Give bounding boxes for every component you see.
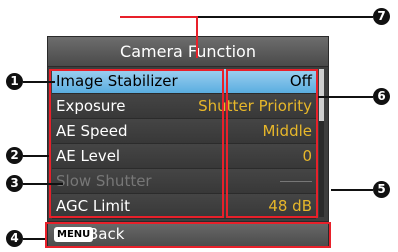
callout-badge-7: 7	[373, 8, 390, 25]
title-callout-bracket	[120, 16, 198, 58]
callout-badge-6: 6	[373, 88, 390, 105]
callout-badge-3: 3	[6, 175, 23, 192]
callout-badge-2: 2	[6, 147, 23, 164]
scrollbar[interactable]	[319, 69, 324, 217]
callout-badge-4: 4	[6, 230, 23, 247]
callout-leader-2	[23, 155, 49, 157]
callout-leader-3	[23, 183, 63, 185]
values-callout-box	[226, 69, 318, 218]
callout-badge-5: 5	[373, 181, 390, 198]
callout-leader-4	[23, 238, 45, 240]
callout-leader-1	[23, 81, 55, 83]
callout-badge-1: 1	[6, 73, 23, 90]
callout-leader-6	[318, 96, 373, 98]
callout-leader-5	[331, 189, 373, 191]
items-callout-box	[49, 69, 224, 218]
callout-leader-7	[198, 16, 373, 18]
scrollbar-thumb[interactable]	[319, 69, 324, 121]
footer-callout-box	[45, 222, 331, 248]
